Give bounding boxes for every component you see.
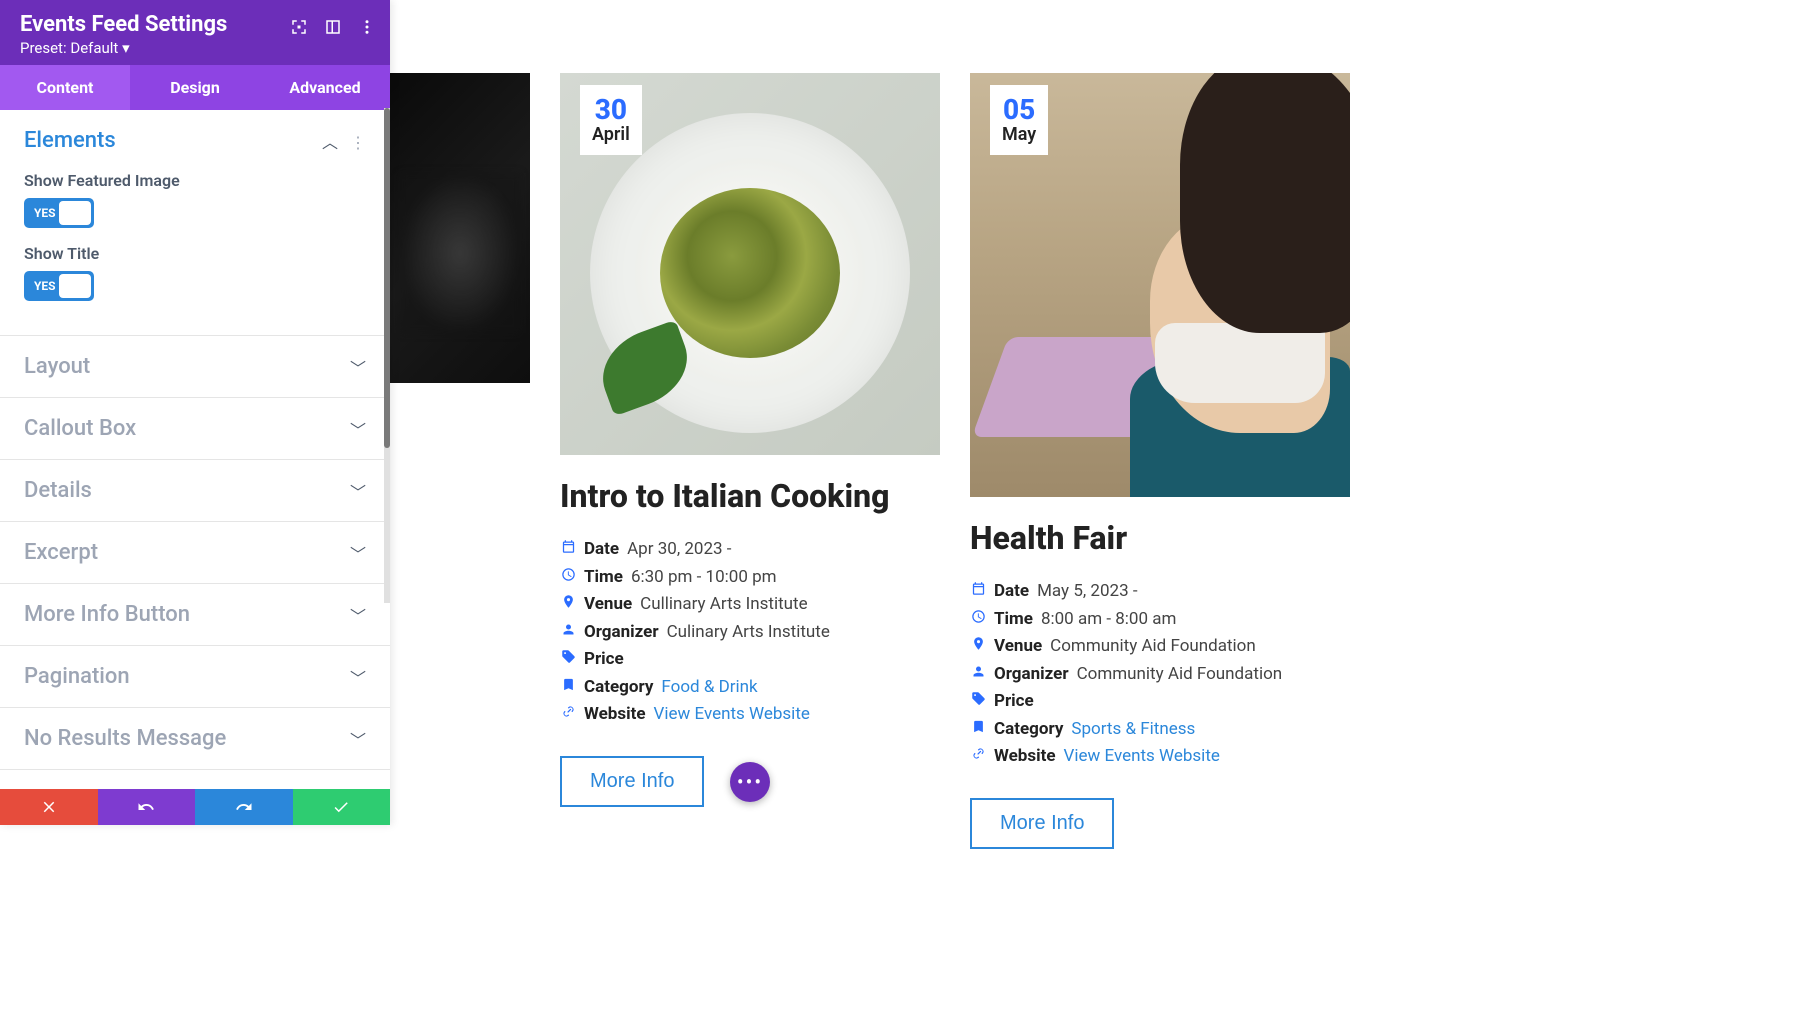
section-header[interactable]: Excerpt﹀ xyxy=(0,522,390,583)
category-link[interactable]: Food & Drink xyxy=(661,675,757,701)
link-icon xyxy=(970,746,986,761)
section-layout: Layout﹀ xyxy=(0,336,390,398)
event-card-partial xyxy=(390,0,530,849)
link-icon xyxy=(560,704,576,719)
clock-icon xyxy=(560,567,576,582)
detail-price: Price xyxy=(970,689,1350,715)
redo-button[interactable] xyxy=(195,789,293,825)
pin-icon xyxy=(560,594,576,609)
section-elements: Elements ︿ ⋮ Show Featured Image YES Sho… xyxy=(0,110,390,336)
module-actions-fab[interactable]: ••• xyxy=(730,762,770,802)
website-link[interactable]: View Events Website xyxy=(654,702,810,728)
section-header[interactable]: No Results Message﹀ xyxy=(0,708,390,769)
toggle-show-title[interactable]: YES xyxy=(24,271,94,301)
chevron-down-icon: ﹀ xyxy=(350,665,366,689)
panel-tabs: Content Design Advanced xyxy=(0,65,390,110)
event-card: 05 May Health Fair DateMay 5, 2023 - Tim… xyxy=(970,73,1350,849)
save-button[interactable] xyxy=(293,789,391,825)
event-title[interactable]: Intro to Italian Cooking xyxy=(560,477,940,515)
section-header[interactable]: Links﹀ xyxy=(0,770,390,791)
scroll-thumb[interactable] xyxy=(384,108,390,448)
detail-website: WebsiteView Events Website xyxy=(970,744,1350,770)
field-show-featured-image: Show Featured Image YES xyxy=(24,171,366,228)
section-pagination: Pagination﹀ xyxy=(0,646,390,708)
chevron-down-icon: ﹀ xyxy=(350,727,366,751)
detail-organizer: OrganizerCommunity Aid Foundation xyxy=(970,662,1350,688)
section-header-elements[interactable]: Elements ︿ ⋮ xyxy=(0,110,390,171)
detail-date: DateMay 5, 2023 - xyxy=(970,579,1350,605)
more-info-button[interactable]: More Info xyxy=(560,756,704,807)
focus-icon[interactable] xyxy=(290,18,308,36)
website-link[interactable]: View Events Website xyxy=(1064,744,1220,770)
chevron-down-icon: ﹀ xyxy=(350,541,366,565)
event-image xyxy=(390,73,530,383)
chevron-down-icon: ﹀ xyxy=(350,479,366,503)
event-card: 30 April Intro to Italian Cooking DateAp… xyxy=(560,73,940,849)
tag-icon xyxy=(970,691,986,706)
date-badge: 30 April xyxy=(580,85,642,155)
detail-date: DateApr 30, 2023 - xyxy=(560,537,940,563)
pin-icon xyxy=(970,636,986,651)
panel-footer xyxy=(0,789,390,825)
detail-category: CategoryFood & Drink xyxy=(560,675,940,701)
section-header[interactable]: Callout Box﹀ xyxy=(0,398,390,459)
section-header[interactable]: Pagination﹀ xyxy=(0,646,390,707)
event-title[interactable]: Health Fair xyxy=(970,519,1350,557)
more-vertical-icon[interactable]: ⋮ xyxy=(350,133,366,152)
section-links: Links﹀ xyxy=(0,770,390,791)
cancel-button[interactable] xyxy=(0,789,98,825)
chevron-down-icon: ﹀ xyxy=(350,417,366,441)
clock-icon xyxy=(970,609,986,624)
chevron-down-icon: ﹀ xyxy=(350,603,366,627)
chevron-down-icon: ▾ xyxy=(122,39,130,57)
category-link[interactable]: Sports & Fitness xyxy=(1071,717,1195,743)
detail-price: Price xyxy=(560,647,940,673)
calendar-icon xyxy=(970,581,986,596)
undo-button[interactable] xyxy=(98,789,196,825)
section-callout-box: Callout Box﹀ xyxy=(0,398,390,460)
chevron-down-icon: ﹀ xyxy=(350,355,366,379)
section-details: Details﹀ xyxy=(0,460,390,522)
tab-content[interactable]: Content xyxy=(0,65,130,110)
calendar-icon xyxy=(560,539,576,554)
section-excerpt: Excerpt﹀ xyxy=(0,522,390,584)
event-image: 30 April xyxy=(560,73,940,455)
more-vertical-icon[interactable] xyxy=(358,18,376,36)
section-no-results-message: No Results Message﹀ xyxy=(0,708,390,770)
detail-time: Time8:00 am - 8:00 am xyxy=(970,607,1350,633)
detail-venue: VenueCommunity Aid Foundation xyxy=(970,634,1350,660)
date-badge: 05 May xyxy=(990,85,1048,155)
panel-header: Events Feed Settings Preset: Default ▾ xyxy=(0,0,390,65)
person-icon xyxy=(970,664,986,679)
event-image: 05 May xyxy=(970,73,1350,497)
preset-selector[interactable]: Preset: Default ▾ xyxy=(20,39,370,57)
section-header[interactable]: Details﹀ xyxy=(0,460,390,521)
chevron-up-icon: ︿ xyxy=(322,133,338,152)
bookmark-icon xyxy=(560,677,576,692)
tab-design[interactable]: Design xyxy=(130,65,260,110)
detail-time: Time6:30 pm - 10:00 pm xyxy=(560,565,940,591)
preview-area: 30 April Intro to Italian Cooking DateAp… xyxy=(390,0,1800,849)
bookmark-icon xyxy=(970,719,986,734)
section-header[interactable]: Layout﹀ xyxy=(0,336,390,397)
sections-list[interactable]: Elements ︿ ⋮ Show Featured Image YES Sho… xyxy=(0,110,390,791)
more-info-button[interactable]: More Info xyxy=(970,798,1114,849)
tab-advanced[interactable]: Advanced xyxy=(260,65,390,110)
scrollbar[interactable] xyxy=(384,108,390,603)
settings-panel: Events Feed Settings Preset: Default ▾ C… xyxy=(0,0,390,825)
detail-category: CategorySports & Fitness xyxy=(970,717,1350,743)
section-header[interactable]: More Info Button﹀ xyxy=(0,584,390,645)
toggle-show-featured-image[interactable]: YES xyxy=(24,198,94,228)
section-more-info-button: More Info Button﹀ xyxy=(0,584,390,646)
field-show-title: Show Title YES xyxy=(24,244,366,301)
columns-icon[interactable] xyxy=(324,18,342,36)
person-icon xyxy=(560,622,576,637)
detail-organizer: OrganizerCulinary Arts Institute xyxy=(560,620,940,646)
detail-venue: VenueCullinary Arts Institute xyxy=(560,592,940,618)
tag-icon xyxy=(560,649,576,664)
detail-website: WebsiteView Events Website xyxy=(560,702,940,728)
